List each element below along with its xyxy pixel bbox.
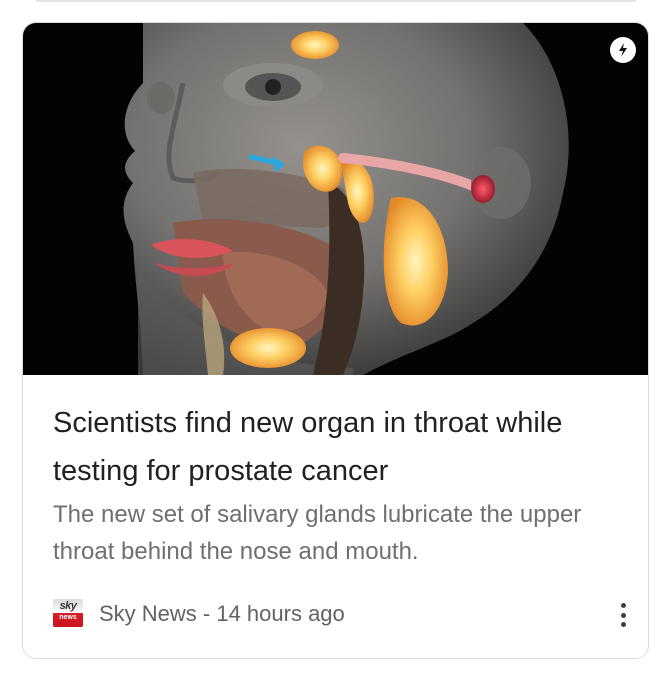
article-headline[interactable]: Scientists find new organ in throat whil… [53,399,623,495]
amp-lightning-icon [610,37,636,63]
head-anatomy-illustration [123,23,569,375]
logo-sky-text: sky [59,600,77,612]
article-snippet: The new set of salivary glands lubricate… [53,501,582,565]
more-vert-icon[interactable] [615,599,631,631]
menu-dot [620,622,626,627]
source-row: sky news Sky News - 14 hours ago [53,599,626,629]
logo-news-text: news [59,614,77,621]
menu-dot [620,603,626,608]
sky-news-logo: sky news [53,599,83,627]
news-card[interactable]: Scientists find new organ in throat whil… [22,22,649,659]
top-divider [36,0,636,2]
menu-dot [620,612,626,618]
source-meta: Sky News - 14 hours ago [99,601,345,626]
article-image[interactable] [23,23,648,375]
